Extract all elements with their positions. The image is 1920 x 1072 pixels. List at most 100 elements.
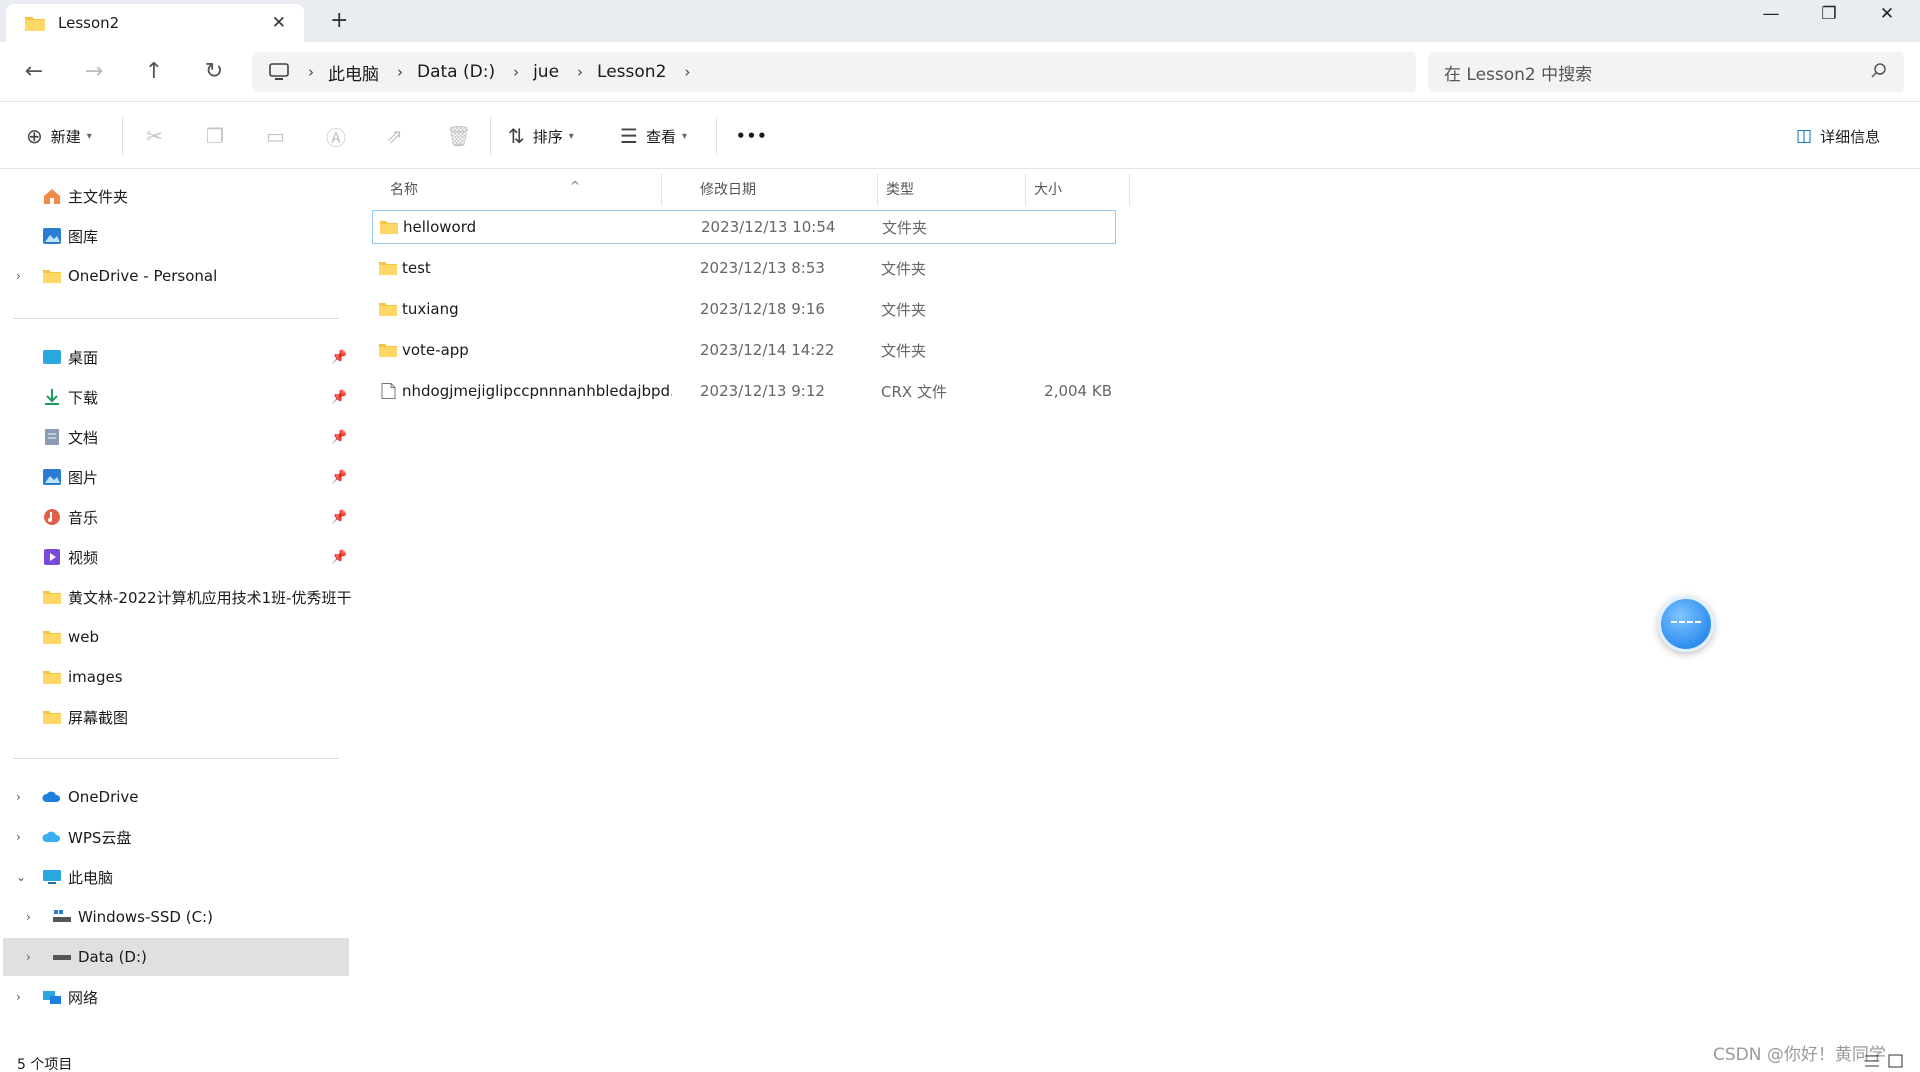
title-bar: Lesson2 ✕ + — ❐ ✕ bbox=[0, 0, 1920, 42]
sidebar-item-onedrive-personal[interactable]: › OneDrive - Personal bbox=[0, 257, 352, 295]
chevron-right-icon[interactable]: › bbox=[16, 990, 21, 1004]
file-explorer-window: Lesson2 ✕ + — ❐ ✕ ← → ↑ ↻ › 此电脑 › Data (… bbox=[0, 0, 1920, 1072]
file-date: 2023/12/14 14:22 bbox=[700, 341, 835, 359]
forward-button[interactable]: → bbox=[76, 56, 112, 88]
file-size: 2,004 KB bbox=[1044, 382, 1112, 400]
folder-icon bbox=[25, 17, 45, 31]
rename-button[interactable]: Ⓐ bbox=[326, 123, 346, 150]
home-icon bbox=[44, 189, 60, 204]
up-button[interactable]: ↑ bbox=[136, 56, 172, 88]
computer-icon bbox=[269, 63, 289, 80]
sidebar-item-downloads[interactable]: 下载 📌 bbox=[0, 378, 352, 416]
column-header-size[interactable]: 大小 bbox=[1030, 174, 1130, 206]
sidebar-item-web[interactable]: web bbox=[0, 618, 352, 656]
sidebar-item-pictures[interactable]: 图片 📌 bbox=[0, 458, 352, 496]
column-name-label: 名称 bbox=[390, 182, 418, 198]
new-button[interactable]: ⊕ 新建 ▾ bbox=[26, 123, 92, 149]
sidebar-item-this-pc[interactable]: ⌄ 此电脑 bbox=[0, 858, 352, 896]
divider bbox=[13, 318, 339, 319]
plus-circle-icon: ⊕ bbox=[26, 124, 43, 148]
sidebar-item-onedrive[interactable]: › OneDrive bbox=[0, 778, 352, 816]
chevron-right-icon[interactable]: › bbox=[16, 790, 21, 804]
column-header-name[interactable]: 名称 ^ bbox=[390, 174, 662, 206]
close-icon[interactable]: ✕ bbox=[272, 13, 286, 33]
chevron-down-icon[interactable]: ⌄ bbox=[16, 870, 26, 884]
navigation-bar: ← → ↑ ↻ › 此电脑 › Data (D:) › jue › Lesson… bbox=[0, 42, 1920, 102]
download-icon bbox=[45, 389, 59, 405]
folder-icon bbox=[379, 262, 397, 275]
chevron-right-icon[interactable]: › bbox=[26, 950, 31, 964]
file-name: tuxiang bbox=[402, 300, 459, 318]
table-row[interactable]: tuxiang 2023/12/18 9:16 文件夹 bbox=[372, 292, 1116, 326]
videos-icon bbox=[44, 549, 60, 565]
sidebar-item-documents[interactable]: 文档 📌 bbox=[0, 418, 352, 456]
sidebar-item-label: 图片 bbox=[68, 468, 99, 487]
table-row[interactable]: nhdogjmejiglipccpnnnanhbledajbpd... 2023… bbox=[372, 374, 1116, 408]
table-row[interactable]: vote-app 2023/12/14 14:22 文件夹 bbox=[372, 333, 1116, 367]
trash-icon: 🗑 bbox=[446, 124, 472, 148]
breadcrumb-data-d[interactable]: Data (D:) bbox=[417, 62, 495, 82]
folder-icon bbox=[43, 591, 61, 604]
column-date-label: 修改日期 bbox=[700, 182, 756, 198]
view-button[interactable]: ☰ 查看 ▾ bbox=[620, 123, 687, 149]
copy-button[interactable]: ❐ bbox=[206, 123, 224, 149]
search-input[interactable]: 在 Lesson2 中搜索 bbox=[1428, 52, 1904, 92]
column-header-date[interactable]: 修改日期 bbox=[700, 174, 878, 206]
details-view-icon[interactable] bbox=[1862, 1052, 1882, 1070]
file-type: 文件夹 bbox=[881, 341, 927, 360]
sidebar-item-home[interactable]: 主文件夹 bbox=[0, 177, 352, 215]
chevron-right-icon: › bbox=[397, 63, 403, 81]
sidebar-item-class-folder[interactable]: 黄文林-2022计算机应用技术1班-优秀班干 bbox=[0, 578, 352, 616]
sidebar-item-network[interactable]: › 网络 bbox=[0, 978, 352, 1016]
share-button[interactable]: ⇗ bbox=[386, 123, 403, 149]
sidebar-item-label: OneDrive bbox=[68, 788, 139, 806]
pin-icon: 📌 bbox=[331, 349, 348, 365]
new-tab-button[interactable]: + bbox=[330, 8, 348, 33]
table-row[interactable]: helloword 2023/12/13 10:54 文件夹 bbox=[372, 210, 1116, 244]
watermark: CSDN @你好！黄同学 bbox=[1713, 1045, 1886, 1065]
tab-lesson2[interactable]: Lesson2 ✕ bbox=[6, 4, 304, 42]
chevron-right-icon[interactable]: › bbox=[16, 830, 21, 844]
address-bar[interactable]: › 此电脑 › Data (D:) › jue › Lesson2 › bbox=[252, 52, 1416, 92]
file-name: helloword bbox=[403, 218, 477, 236]
wps-cloud-icon bbox=[42, 831, 61, 842]
sidebar-item-music[interactable]: 音乐 📌 bbox=[0, 498, 352, 536]
floating-assistant-button[interactable] bbox=[1658, 596, 1714, 652]
sidebar-item-images[interactable]: images bbox=[0, 658, 352, 696]
cut-button[interactable]: ✂ bbox=[146, 123, 163, 149]
back-button[interactable]: ← bbox=[16, 56, 52, 88]
divider bbox=[122, 117, 123, 155]
sidebar-item-windows-ssd[interactable]: › Windows-SSD (C:) bbox=[0, 898, 352, 936]
column-header-type[interactable]: 类型 bbox=[880, 174, 1026, 206]
breadcrumb-lesson2[interactable]: Lesson2 bbox=[597, 62, 666, 82]
table-row[interactable]: test 2023/12/13 8:53 文件夹 bbox=[372, 251, 1116, 285]
sidebar-item-videos[interactable]: 视频 📌 bbox=[0, 538, 352, 576]
divider bbox=[490, 117, 491, 155]
breadcrumb-this-pc[interactable]: 此电脑 bbox=[328, 60, 379, 85]
sidebar-item-wps-cloud[interactable]: › WPS云盘 bbox=[0, 818, 352, 856]
sidebar-item-label: 视频 bbox=[68, 548, 99, 567]
sidebar-item-label: web bbox=[68, 628, 100, 646]
delete-button[interactable]: 🗑 bbox=[446, 123, 471, 149]
details-pane-button[interactable]: ◫ 详细信息 bbox=[1796, 123, 1880, 149]
close-window-button[interactable]: ✕ bbox=[1864, 4, 1910, 24]
sort-button[interactable]: ⇅ 排序 ▾ bbox=[508, 123, 574, 149]
file-name: nhdogjmejiglipccpnnnanhbledajbpd... bbox=[402, 382, 672, 400]
sidebar-item-data-d[interactable]: › Data (D:) bbox=[3, 938, 349, 976]
refresh-button[interactable]: ↻ bbox=[196, 56, 232, 88]
paste-button[interactable]: ▭ bbox=[266, 123, 285, 149]
new-label: 新建 bbox=[50, 127, 81, 146]
chevron-right-icon[interactable]: › bbox=[684, 63, 690, 81]
sidebar-item-screenshots[interactable]: 屏幕截图 bbox=[0, 698, 352, 736]
sidebar-item-label: WPS云盘 bbox=[68, 828, 132, 847]
sidebar-item-label: 屏幕截图 bbox=[68, 708, 129, 727]
tiles-view-icon[interactable] bbox=[1886, 1052, 1906, 1070]
chevron-right-icon[interactable]: › bbox=[26, 910, 31, 924]
sidebar-item-gallery[interactable]: 图库 bbox=[0, 217, 352, 255]
minimize-button[interactable]: — bbox=[1748, 4, 1794, 24]
breadcrumb-jue[interactable]: jue bbox=[533, 62, 559, 82]
chevron-right-icon[interactable]: › bbox=[16, 269, 21, 283]
sidebar-item-desktop[interactable]: 桌面 📌 bbox=[0, 338, 352, 376]
more-options-button[interactable]: ••• bbox=[736, 123, 768, 149]
restore-button[interactable]: ❐ bbox=[1806, 4, 1852, 24]
